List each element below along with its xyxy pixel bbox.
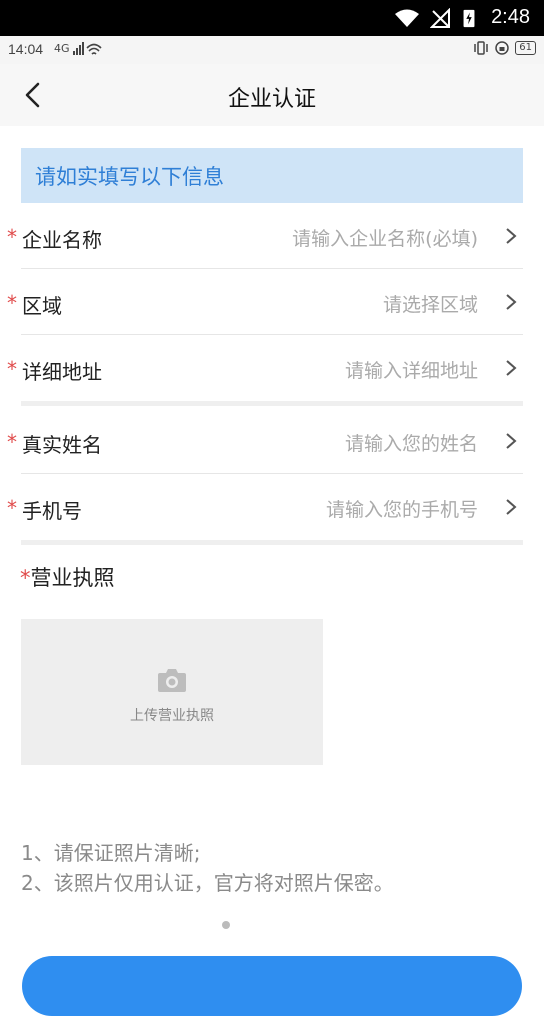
section-divider xyxy=(21,540,523,545)
form-row-company-name[interactable]: * 企业名称 请输入企业名称(必填) xyxy=(0,203,544,269)
page-indicator-dot xyxy=(222,921,230,929)
notes: 1、请保证照片清晰; 2、该照片仅用认证，官方将对照片保密。 xyxy=(21,838,394,898)
form-row-phone[interactable]: * 手机号 请输入您的手机号 xyxy=(0,474,544,540)
note-item: 2、该照片仅用认证，官方将对照片保密。 xyxy=(21,871,394,895)
camera-icon xyxy=(158,669,186,692)
note-item: 1、请保证照片清晰; xyxy=(21,841,201,865)
system-time: 2:48 xyxy=(491,6,530,28)
chevron-right-icon xyxy=(506,228,517,244)
real-name-input[interactable]: 请输入您的姓名 xyxy=(345,429,478,456)
chevron-right-icon xyxy=(506,433,517,449)
lock-rotation-icon xyxy=(495,41,510,55)
battery-level: 61 xyxy=(515,41,536,55)
section-divider xyxy=(21,401,523,406)
required-mark: * xyxy=(7,357,17,381)
license-upload-box[interactable]: 上传营业执照 xyxy=(21,619,323,765)
license-label-text: 营业执照 xyxy=(30,566,115,590)
network-type: 4G xyxy=(54,42,70,55)
chevron-right-icon xyxy=(506,294,517,310)
info-banner: 请如实填写以下信息 xyxy=(21,148,523,203)
page-title: 企业认证 xyxy=(227,87,316,112)
required-mark: * xyxy=(7,225,17,249)
signal-wifi-icon xyxy=(73,42,102,55)
license-label: *营业执照 xyxy=(20,562,115,592)
app-status-time: 14:04 xyxy=(8,41,44,57)
battery-charging-icon xyxy=(463,9,475,28)
company-name-label: 企业名称 xyxy=(22,228,102,252)
address-label: 详细地址 xyxy=(22,360,102,384)
signal-indicator: 4G xyxy=(54,42,103,56)
region-select[interactable]: 请选择区域 xyxy=(383,290,478,317)
app-status-bar: 14:04 4G 61 xyxy=(0,36,544,64)
form-row-address[interactable]: * 详细地址 请输入详细地址 xyxy=(0,335,544,401)
address-input[interactable]: 请输入详细地址 xyxy=(345,356,478,383)
required-mark: * xyxy=(20,566,31,590)
phone-label: 手机号 xyxy=(22,499,82,523)
chevron-right-icon xyxy=(506,360,517,376)
chevron-right-icon xyxy=(506,499,517,515)
phone-input[interactable]: 请输入您的手机号 xyxy=(326,495,478,522)
submit-button[interactable] xyxy=(22,956,522,1016)
required-mark: * xyxy=(7,430,17,454)
required-mark: * xyxy=(7,291,17,315)
form-row-region[interactable]: * 区域 请选择区域 xyxy=(0,269,544,335)
page-header: 企业认证 xyxy=(0,64,544,126)
system-status-bar: 2:48 xyxy=(0,0,544,36)
vibrate-icon xyxy=(474,41,489,55)
app-status-right: 61 xyxy=(473,41,536,55)
info-banner-text: 请如实填写以下信息 xyxy=(35,165,224,189)
no-signal-icon xyxy=(430,8,450,28)
required-mark: * xyxy=(7,496,17,520)
company-name-input[interactable]: 请输入企业名称(必填) xyxy=(292,224,478,251)
region-label: 区域 xyxy=(22,294,62,318)
upload-text: 上传营业执照 xyxy=(130,708,214,724)
form-row-real-name[interactable]: * 真实姓名 请输入您的姓名 xyxy=(0,408,544,474)
wifi-icon xyxy=(395,9,419,27)
real-name-label: 真实姓名 xyxy=(22,433,102,457)
